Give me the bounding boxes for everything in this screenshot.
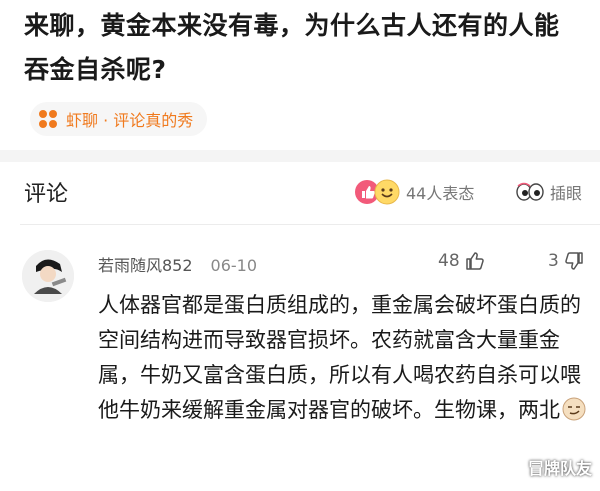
smile-emoji-icon [374, 179, 400, 205]
eyes-icon [516, 182, 544, 201]
thumbs-down-icon [565, 252, 583, 270]
avatar-image [22, 250, 74, 302]
reaction-count: 44人表态 [406, 184, 475, 203]
username[interactable]: 若雨随风852 [98, 256, 193, 275]
like-count: 48 [438, 251, 460, 271]
comment-text: 人体器官都是蛋白质组成的，重金属会破坏蛋白质的空间结构进而导致器官损坏。农药就富… [98, 288, 588, 428]
smirk-emoji-icon [562, 397, 586, 421]
dislike-count: 3 [548, 251, 559, 271]
circle-dots-icon [39, 110, 57, 128]
circle-tag[interactable]: 虾聊 · 评论真的秀 [30, 102, 208, 136]
dislike-button[interactable]: 3 [548, 250, 585, 272]
comment-text-content: 人体器官都是蛋白质组成的，重金属会破坏蛋白质的空间结构进而导致器官损坏。农药就富… [98, 293, 581, 422]
avatar[interactable] [22, 250, 74, 302]
comments-header: 评论 44人表态 插眼 [0, 162, 600, 224]
comment-meta: 若雨随风852 06-10 [98, 252, 257, 276]
section-divider [0, 150, 600, 162]
reactions-summary[interactable]: 44人表态 [354, 178, 474, 206]
like-button[interactable]: 48 [438, 250, 486, 272]
insert-eye-label: 插眼 [550, 184, 583, 203]
circle-tag-label: 虾聊 · 评论真的秀 [66, 111, 194, 130]
thumbs-up-icon [465, 252, 484, 270]
comment-date: 06-10 [210, 256, 258, 275]
header-divider [20, 224, 600, 225]
insert-eye-button[interactable]: 插眼 [516, 178, 582, 206]
comments-title: 评论 [24, 182, 69, 207]
question-title[interactable]: 来聊，黄金本来没有毒，为什么古人还有的人能吞金自杀呢? [24, 4, 584, 92]
watermark: 冒牌队友 [527, 459, 592, 478]
